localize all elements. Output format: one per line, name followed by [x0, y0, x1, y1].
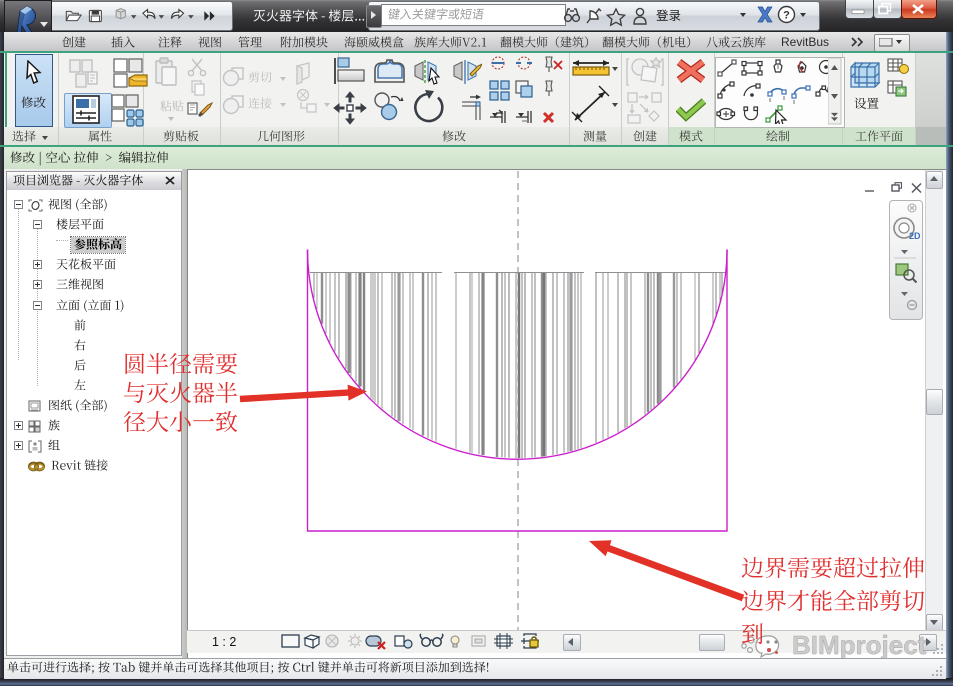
svg-text:2D: 2D [909, 231, 920, 241]
svg-text:BIMproject: BIMproject [792, 630, 927, 660]
svg-text:?: ? [783, 10, 790, 22]
